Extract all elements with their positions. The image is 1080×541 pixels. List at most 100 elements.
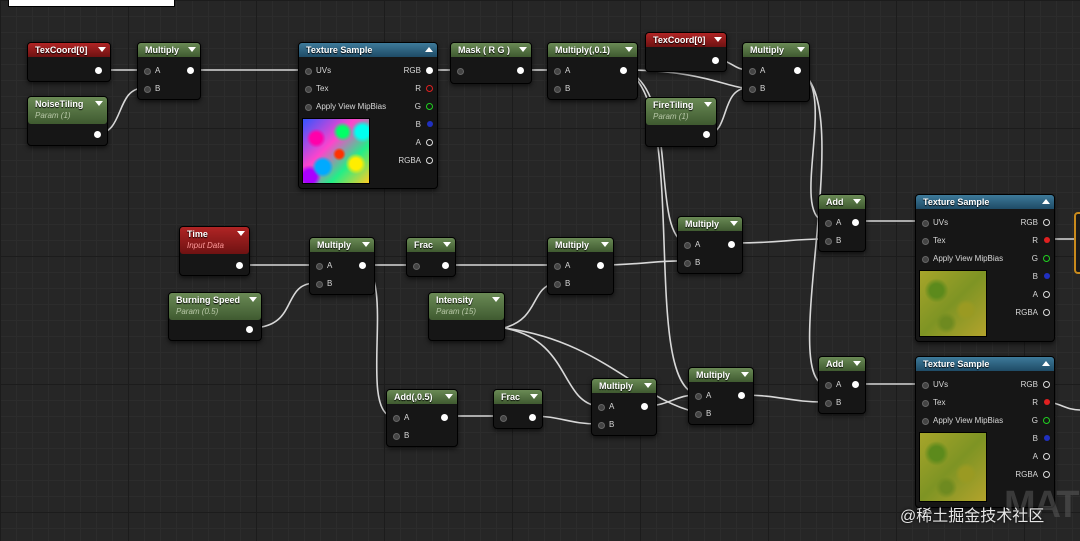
output-pin-icon[interactable] [517,67,524,74]
node-header[interactable]: Multiply [310,238,374,252]
frac-node[interactable]: Frac [493,389,543,429]
input-pin-mipbias[interactable]: Apply View MipBias [922,254,1003,264]
input-pin-tex[interactable]: Tex [922,236,945,246]
chevron-down-icon[interactable] [625,47,633,52]
node-header[interactable]: Texture Sample [916,357,1054,371]
output-pin-icon[interactable] [597,262,604,269]
output-pin-g[interactable]: G [1032,416,1050,426]
input-pin-tex[interactable]: Tex [305,84,328,94]
node-header[interactable]: Add [819,357,865,371]
node-header[interactable]: Frac [407,238,455,252]
node-header[interactable]: Intensity Param (15) [429,293,504,320]
output-pin-b[interactable]: B [1033,272,1050,282]
node-header[interactable]: Time Input Data [180,227,249,254]
input-pin-a[interactable]: A [825,218,841,228]
node-header[interactable]: Frac [494,390,542,404]
node-header[interactable]: Texture Sample [916,195,1054,209]
intensity-param-node[interactable]: Intensity Param (15) [428,292,505,341]
output-pin-icon[interactable] [852,219,859,226]
output-pin-r[interactable]: R [1032,398,1050,408]
output-pin-icon[interactable] [441,414,448,421]
input-pin-b[interactable]: B [825,236,841,246]
input-pin-a[interactable]: A [316,261,332,271]
output-pin-rgba[interactable]: RGBA [398,156,433,166]
output-pin-icon[interactable] [728,241,735,248]
output-pin-a[interactable]: A [1033,290,1050,300]
output-pin-g[interactable]: G [1032,254,1050,264]
output-pin-icon[interactable] [703,131,710,138]
burning-speed-param-node[interactable]: Burning Speed Param (0.5) [168,292,262,341]
chevron-down-icon[interactable] [704,102,712,107]
node-header[interactable]: Burning Speed Param (0.5) [169,293,261,320]
multiply-node[interactable]: Multiply A B [677,216,743,274]
node-header[interactable]: Multiply [743,43,809,57]
output-pin-a[interactable]: A [1033,452,1050,462]
output-pin-icon[interactable] [529,414,536,421]
input-pin-b[interactable]: B [316,279,332,289]
output-pin-g[interactable]: G [415,102,433,112]
multiply-node[interactable]: Multiply A B [309,237,375,295]
input-pin-a[interactable]: A [393,413,409,423]
add-node[interactable]: Add A B [818,356,866,414]
input-pin-b[interactable]: B [393,431,409,441]
chevron-up-icon[interactable] [1042,199,1050,204]
multiply-node[interactable]: Multiply A B [591,378,657,436]
output-pin-icon[interactable] [359,262,366,269]
node-header[interactable]: Multiply [592,379,656,393]
chevron-down-icon[interactable] [249,297,257,302]
input-pin-b[interactable]: B [598,420,614,430]
texcoord-node[interactable]: TexCoord[0] [645,32,727,72]
input-pin-a[interactable]: A [825,380,841,390]
input-pin-a[interactable]: A [554,66,570,76]
node-header[interactable]: Mask ( R G ) [451,43,531,57]
material-graph-canvas[interactable]: TexCoord[0] NoiseTiling Param (1) Multipl… [0,0,1080,541]
input-pin-mipbias[interactable]: Apply View MipBias [922,416,1003,426]
input-pin-mipbias[interactable]: Apply View MipBias [305,102,386,112]
time-input-node[interactable]: Time Input Data [179,226,250,276]
node-header[interactable]: Texture Sample [299,43,437,57]
input-pin-b[interactable]: B [684,258,700,268]
output-pin-icon[interactable] [620,67,627,74]
chevron-down-icon[interactable] [601,242,609,247]
chevron-down-icon[interactable] [741,372,749,377]
input-pin-a[interactable]: A [598,402,614,412]
chevron-down-icon[interactable] [853,199,861,204]
output-pin-a[interactable]: A [416,138,433,148]
multiply-node[interactable]: Multiply A B [137,42,201,100]
node-header[interactable]: NoiseTiling Param (1) [28,97,107,124]
node-header[interactable]: Add [819,195,865,209]
texture-sample-node[interactable]: Texture Sample UVs Tex Apply View MipBia… [298,42,438,189]
multiply-node[interactable]: Multiply A B [547,237,614,295]
fire-tiling-param-node[interactable]: FireTiling Param (1) [645,97,717,147]
output-pin-b[interactable]: B [1033,434,1050,444]
input-pin-a[interactable]: A [554,261,570,271]
node-header[interactable]: Multiply [689,368,753,382]
output-pin-rgb[interactable]: RGB [1021,218,1050,228]
node-header[interactable]: Multiply [678,217,742,231]
node-header[interactable]: Multiply(,0.1) [548,43,637,57]
input-pin-b[interactable]: B [749,84,765,94]
output-pin-icon[interactable] [641,403,648,410]
mask-node[interactable]: Mask ( R G ) [450,42,532,84]
chevron-down-icon[interactable] [492,297,500,302]
output-pin-icon[interactable] [712,57,719,64]
input-pin-a[interactable]: A [684,240,700,250]
node-header[interactable]: Add(,0.5) [387,390,457,404]
frac-node[interactable]: Frac [406,237,456,277]
input-pin-b[interactable]: B [695,409,711,419]
add-node[interactable]: Add A B [818,194,866,252]
output-pin-icon[interactable] [94,131,101,138]
output-pin-rgb[interactable]: RGB [404,66,433,76]
noise-tiling-param-node[interactable]: NoiseTiling Param (1) [27,96,108,146]
chevron-up-icon[interactable] [425,47,433,52]
output-pin-icon[interactable] [442,262,449,269]
input-pin-uvs[interactable]: UVs [922,218,948,228]
offscreen-output-node[interactable] [1074,212,1080,274]
input-pin-b[interactable]: B [554,84,570,94]
chevron-down-icon[interactable] [443,242,451,247]
node-header[interactable]: Multiply [138,43,200,57]
chevron-down-icon[interactable] [445,394,453,399]
output-pin-rgba[interactable]: RGBA [1015,470,1050,480]
multiply-const-node[interactable]: Multiply(,0.1) A B [547,42,638,100]
output-pin-b[interactable]: B [416,120,433,130]
